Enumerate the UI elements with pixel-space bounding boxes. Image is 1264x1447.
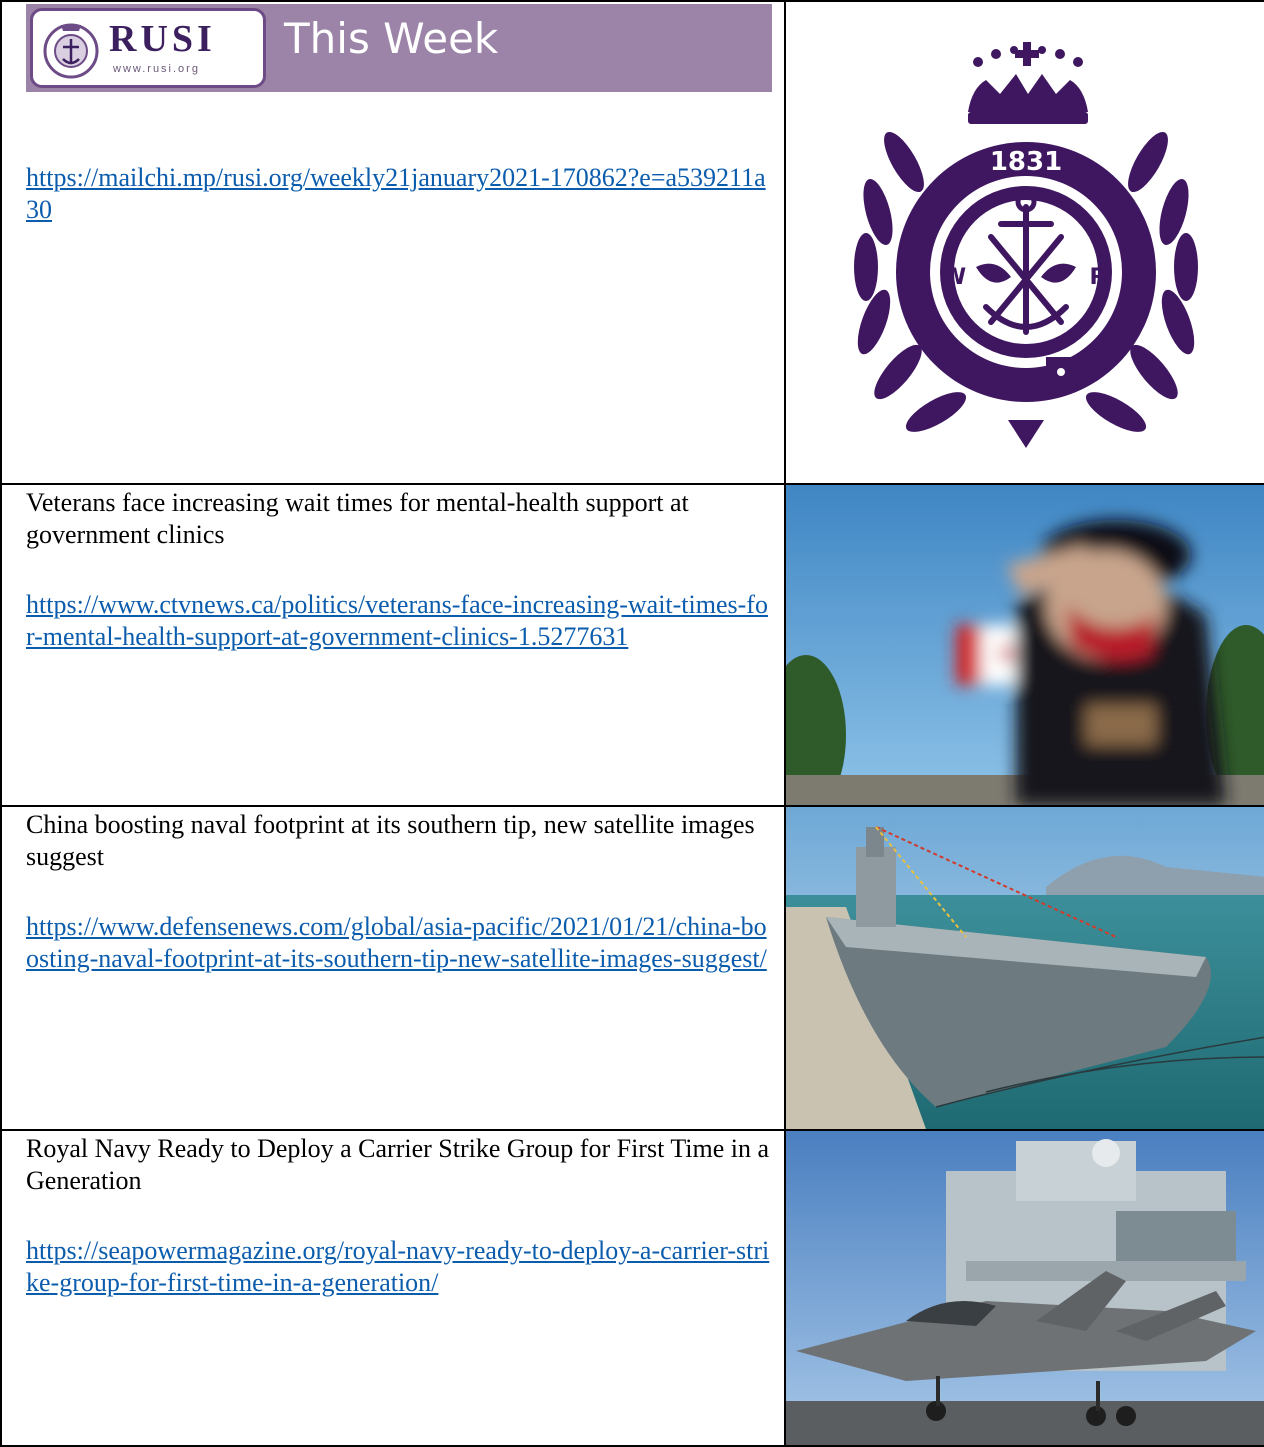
row-1-image-cell: 1831 W R	[784, 0, 1264, 485]
article-headline-2: Veterans face increasing wait times for …	[26, 488, 689, 549]
table-row: Royal Navy Ready to Deploy a Carrier Str…	[0, 1129, 1264, 1447]
rusi-crest-icon: 1831 W R	[787, 3, 1263, 482]
logo-url-text: www.rusi.org	[113, 63, 200, 75]
row-4-image-cell	[784, 1129, 1264, 1447]
row-2-text-cell: Veterans face increasing wait times for …	[0, 483, 786, 807]
news-table: RUSI www.rusi.org This Week https://mail…	[0, 0, 1264, 1447]
article-headline-4: Royal Navy Ready to Deploy a Carrier Str…	[26, 1134, 770, 1195]
saluting-veteran-photo	[787, 486, 1263, 804]
article-link-4[interactable]: https://seapowermagazine.org/royal-navy-…	[26, 1235, 774, 1299]
article-headline-3: China boosting naval footprint at its so…	[26, 810, 755, 871]
row-3-image-cell	[784, 805, 1264, 1131]
row-1-text-cell: RUSI www.rusi.org This Week https://mail…	[0, 0, 786, 485]
article-link-1[interactable]: https://mailchi.mp/rusi.org/weekly21janu…	[26, 162, 774, 226]
rusi-emblem-icon	[43, 23, 99, 79]
crest-letter-right: R	[1090, 265, 1107, 290]
banner-title: This Week	[284, 14, 499, 63]
article-link-3[interactable]: https://www.defensenews.com/global/asia-…	[26, 911, 774, 975]
crest-letter-left: W	[942, 265, 966, 290]
rusi-this-week-banner: RUSI www.rusi.org This Week	[26, 4, 772, 92]
logo-wordmark: RUSI	[109, 18, 216, 60]
fighter-jet-carrier-photo	[787, 1132, 1263, 1444]
row-3-text-cell: China boosting naval footprint at its so…	[0, 805, 786, 1131]
rusi-logo: RUSI www.rusi.org	[30, 8, 266, 88]
crest-year: 1831	[990, 147, 1062, 177]
table-row: China boosting naval footprint at its so…	[0, 805, 1264, 1131]
row-2-image-cell	[784, 483, 1264, 807]
article-link-2[interactable]: https://www.ctvnews.ca/politics/veterans…	[26, 589, 774, 653]
aircraft-carrier-photo	[787, 808, 1263, 1128]
table-row: RUSI www.rusi.org This Week https://mail…	[0, 0, 1264, 485]
table-row: Veterans face increasing wait times for …	[0, 483, 1264, 807]
row-4-text-cell: Royal Navy Ready to Deploy a Carrier Str…	[0, 1129, 786, 1447]
